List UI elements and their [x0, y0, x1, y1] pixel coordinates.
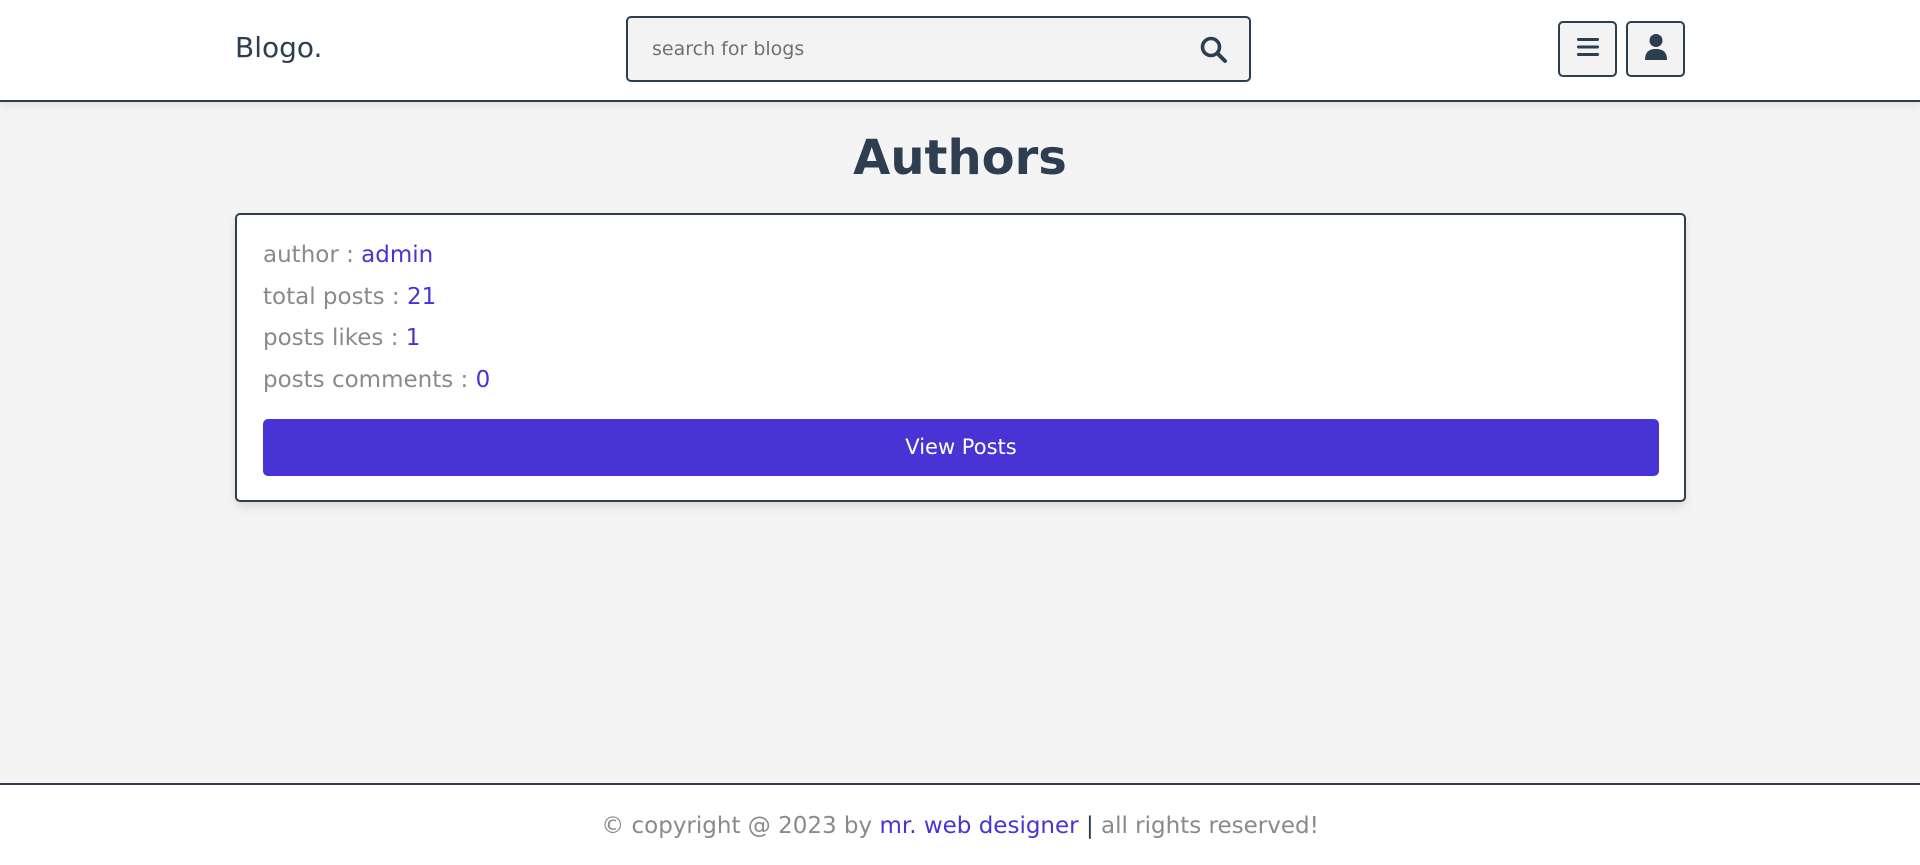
total-posts-value: 21: [406, 284, 437, 310]
likes-value: 1: [405, 325, 421, 351]
author-label: author :: [263, 242, 362, 268]
user-button[interactable]: [1626, 21, 1685, 77]
total-posts-row: total posts : 21: [263, 280, 436, 314]
likes-row: posts likes : 1: [263, 321, 420, 355]
copyright-suffix: all rights reserved!: [1093, 813, 1319, 839]
search-icon[interactable]: [1199, 35, 1229, 65]
footer-separator: |: [1085, 813, 1094, 839]
site-logo[interactable]: Blogo.: [235, 28, 322, 68]
comments-value: 0: [475, 367, 491, 393]
copyright-prefix: © copyright @ 2023 by: [601, 813, 880, 839]
search-form: [626, 16, 1251, 82]
total-posts-label: total posts :: [263, 284, 407, 310]
user-icon: [1644, 33, 1668, 65]
likes-label: posts likes :: [263, 325, 406, 351]
view-posts-button[interactable]: View Posts: [263, 419, 1659, 476]
site-header: Blogo.: [0, 0, 1920, 102]
designer-link[interactable]: mr. web designer: [879, 813, 1078, 839]
author-row: author : admin: [263, 238, 433, 272]
author-name: admin: [361, 242, 434, 268]
copyright-text: © copyright @ 2023 by mr. web designer |…: [0, 809, 1920, 843]
comments-label: posts comments :: [263, 367, 476, 393]
comments-row: posts comments : 0: [263, 363, 490, 397]
bars-icon: [1576, 36, 1600, 62]
menu-button[interactable]: [1558, 21, 1617, 77]
author-card: author : admin total posts : 21 posts li…: [235, 213, 1686, 502]
search-input[interactable]: [652, 18, 1172, 80]
page-title: Authors: [853, 130, 1067, 186]
site-footer: © copyright @ 2023 by mr. web designer |…: [0, 783, 1920, 865]
